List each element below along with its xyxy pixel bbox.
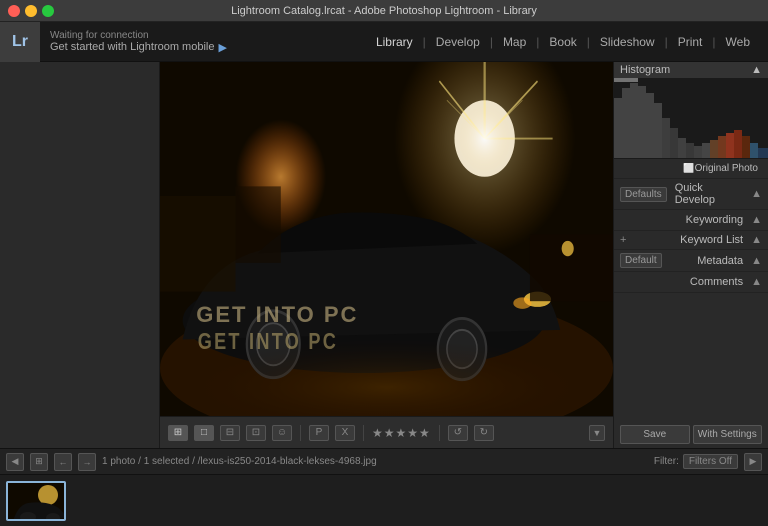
filmstrip-left-arrow[interactable]: ◀: [6, 453, 24, 471]
right-panel: Histogram ▲: [613, 62, 768, 448]
left-panel: [0, 62, 160, 448]
svg-text:GET INTO PC: GET INTO PC: [198, 329, 338, 355]
nav-map[interactable]: Map: [495, 31, 534, 53]
toolbar-scroll-end[interactable]: ▼: [589, 425, 605, 441]
car-photo: GET INTO PC: [160, 62, 613, 416]
filmstrip-area: [0, 474, 768, 526]
panel-buttons: Save With Settings: [614, 421, 768, 448]
toolbar-sep-3: [439, 425, 440, 441]
photo-toolbar: ⊞ □ ⊟ ⊡ ☺ P X ★★★★★ ↺ ↻ ▼: [160, 416, 613, 448]
close-button[interactable]: [8, 5, 20, 17]
keywording-label: Keywording: [686, 214, 743, 226]
quick-develop-label[interactable]: Quick Develop: [675, 182, 743, 206]
get-started[interactable]: Get started with Lightroom mobile ▶: [50, 41, 358, 54]
minimize-button[interactable]: [25, 5, 37, 17]
titlebar: Lightroom Catalog.lrcat - Adobe Photosho…: [0, 0, 768, 22]
original-photo-item: ⬜ Original Photo: [614, 159, 768, 179]
histogram-section: Histogram ▲: [614, 62, 768, 159]
nav-print[interactable]: Print: [670, 31, 711, 53]
compare-view-button[interactable]: ⊟: [220, 425, 240, 441]
keywording-collapse[interactable]: ▲: [751, 214, 762, 226]
metadata-label[interactable]: Metadata: [697, 255, 743, 267]
metadata-default-badge[interactable]: Default: [620, 253, 662, 268]
keyword-list-collapse[interactable]: ▲: [751, 234, 762, 246]
thumb-image-1: [8, 483, 64, 519]
filter-area: Filter: Filters Off: [654, 454, 738, 469]
arrow-icon: ▶: [218, 41, 226, 54]
filmstrip-bar: ◀ ⊞ ← → 1 photo / 1 selected / /lexus-is…: [0, 448, 768, 474]
filmstrip-info: 1 photo / 1 selected / /lexus-is250-2014…: [102, 456, 648, 467]
quick-develop-collapse[interactable]: ▲: [751, 188, 762, 200]
histogram-header: Histogram ▲: [614, 62, 768, 78]
nav-slideshow[interactable]: Slideshow: [592, 31, 663, 53]
comments-collapse[interactable]: ▲: [751, 276, 762, 288]
window-title: Lightroom Catalog.lrcat - Adobe Photosho…: [231, 5, 537, 17]
people-view-button[interactable]: ☺: [272, 425, 292, 441]
histogram-canvas: [614, 78, 768, 158]
nav-web[interactable]: Web: [718, 31, 758, 53]
toolbar-sep-2: [363, 425, 364, 441]
quick-develop-row: Defaults Quick Develop ▲: [614, 179, 768, 210]
metadata-row: Default Metadata ▲: [614, 250, 768, 272]
filter-label: Filter:: [654, 456, 679, 467]
connection-info: Waiting for connection Get started with …: [40, 28, 368, 56]
with-settings-button[interactable]: With Settings: [693, 425, 763, 444]
rotate-right-button[interactable]: ↻: [474, 425, 494, 441]
connection-status: Waiting for connection: [50, 30, 358, 41]
filmstrip-grid-btn[interactable]: ⊞: [30, 453, 48, 471]
histogram-label: Histogram: [620, 64, 670, 76]
keyword-list-row: + Keyword List ▲: [614, 231, 768, 250]
original-photo-label: Original Photo: [695, 163, 758, 174]
add-keyword-icon[interactable]: +: [620, 234, 626, 246]
filter-value[interactable]: Filters Off: [683, 454, 738, 469]
main-nav: Library | Develop | Map | Book | Slidesh…: [368, 31, 768, 53]
topbar: Lr Waiting for connection Get started wi…: [0, 22, 768, 62]
save-button[interactable]: Save: [620, 425, 690, 444]
original-photo-icon: ⬜: [683, 163, 694, 174]
filmstrip-thumb-1[interactable]: [6, 481, 66, 521]
traffic-lights: [8, 5, 54, 17]
keyword-list-label[interactable]: Keyword List: [680, 234, 743, 246]
nav-book[interactable]: Book: [541, 31, 584, 53]
histogram-collapse-icon[interactable]: ▲: [751, 64, 762, 76]
star-rating[interactable]: ★★★★★: [372, 426, 431, 440]
rotate-left-button[interactable]: ↺: [448, 425, 468, 441]
comments-item[interactable]: Comments ▲: [614, 272, 768, 293]
defaults-badge[interactable]: Defaults: [620, 187, 667, 202]
filmstrip-right-arrow[interactable]: ▶: [744, 453, 762, 471]
flag-reject-button[interactable]: X: [335, 425, 355, 441]
keywording-item[interactable]: Keywording ▲: [614, 210, 768, 231]
photo-container: GET INTO PC: [160, 62, 613, 416]
photo-viewer[interactable]: GET INTO PC: [160, 62, 613, 416]
maximize-button[interactable]: [42, 5, 54, 17]
nav-develop[interactable]: Develop: [428, 31, 488, 53]
comments-label: Comments: [690, 276, 743, 288]
nav-library[interactable]: Library: [368, 31, 421, 53]
filmstrip-nav-left[interactable]: ←: [54, 453, 72, 471]
center-area: GET INTO PC ⊞ □ ⊟ ⊡ ☺ P X: [160, 62, 613, 448]
grid-view-button[interactable]: ⊞: [168, 425, 188, 441]
metadata-collapse[interactable]: ▲: [751, 255, 762, 267]
main-area: GET INTO PC ⊞ □ ⊟ ⊡ ☺ P X: [0, 62, 768, 448]
survey-view-button[interactable]: ⊡: [246, 425, 266, 441]
toolbar-sep-1: [300, 425, 301, 441]
flag-pick-button[interactable]: P: [309, 425, 329, 441]
loupe-view-button[interactable]: □: [194, 425, 214, 441]
filmstrip-nav-right[interactable]: →: [78, 453, 96, 471]
lr-logo: Lr: [0, 22, 40, 62]
